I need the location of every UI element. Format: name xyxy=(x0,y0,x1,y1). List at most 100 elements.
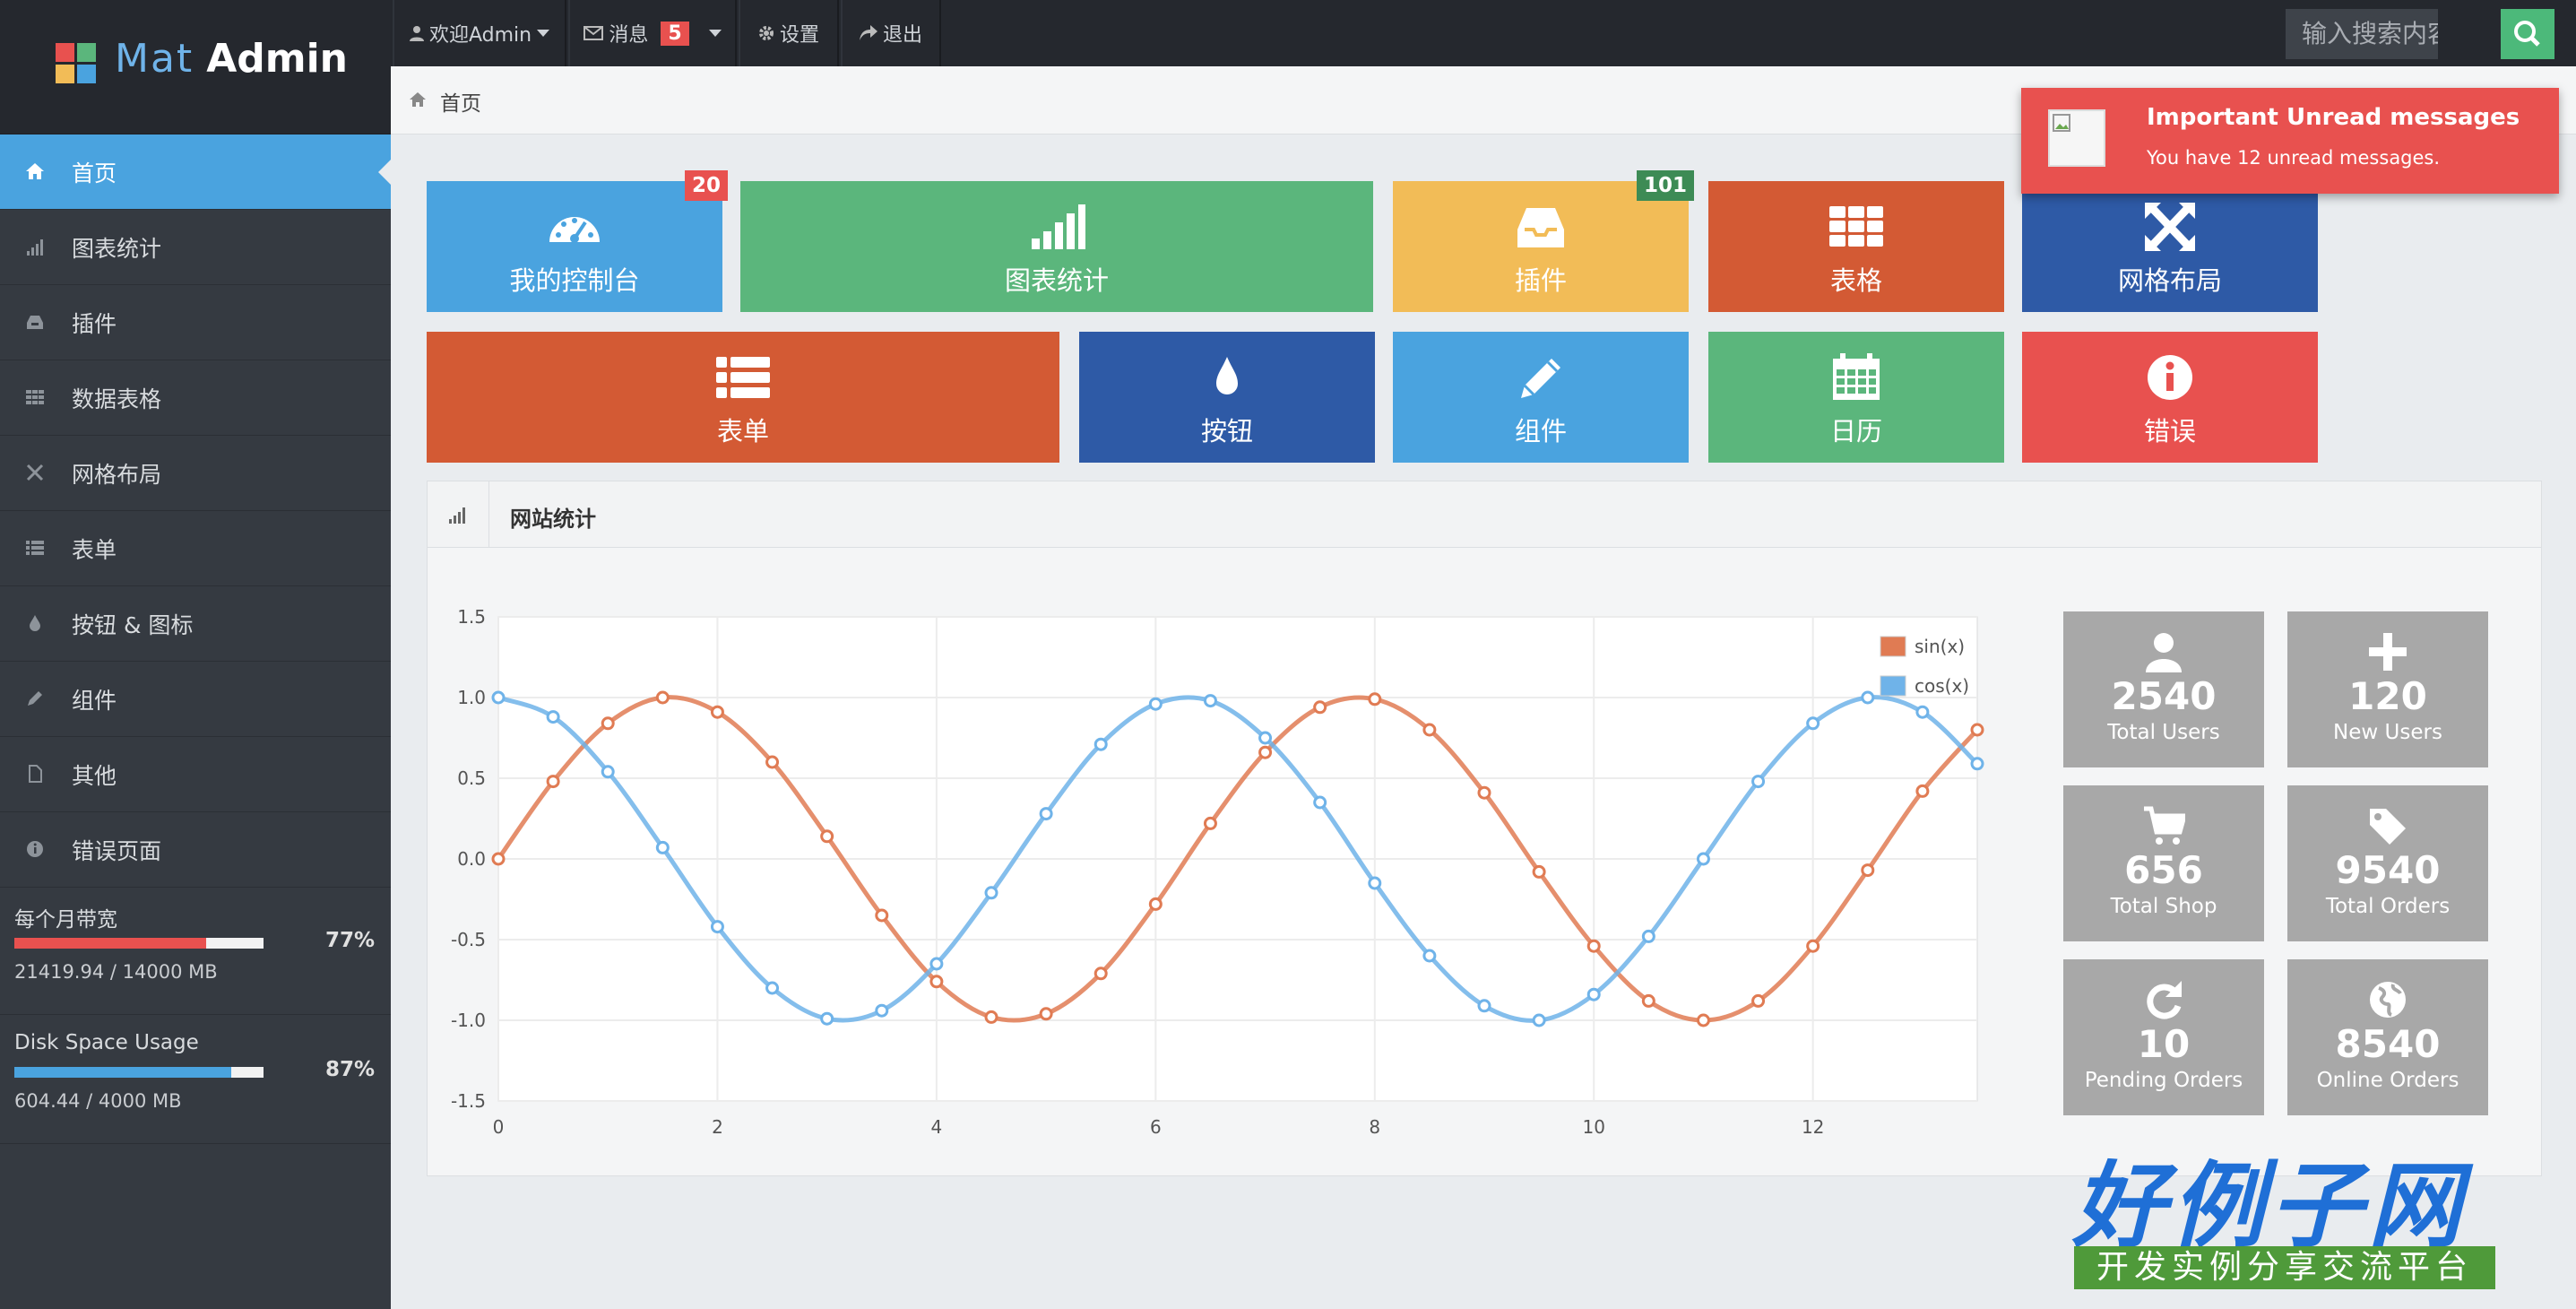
usage-bar-fill xyxy=(14,938,207,949)
usage-detail: 21419.94 / 14000 MB xyxy=(14,961,218,983)
data-point xyxy=(1313,700,1327,715)
data-point xyxy=(820,1011,834,1026)
data-point xyxy=(875,908,889,923)
tile-label: 我的控制台 xyxy=(509,265,640,296)
sin-cos-line-chart: 1.5 1.0 0.5 0.0 -0.5 -1.0 -1.5 0 2 4 6 8 10 12 sin(x) c… xyxy=(451,606,1984,1138)
usage-percent: 87% xyxy=(324,1058,375,1081)
usage-title: 每个月带宽 xyxy=(14,908,117,932)
stat-total-shop: 656 Total Shop xyxy=(2063,785,2264,941)
sidebar-item-label: 错误页面 xyxy=(72,837,162,864)
data-point xyxy=(1039,807,1053,821)
breadcrumb-home-link[interactable]: 首页 xyxy=(440,86,481,117)
data-point xyxy=(1970,723,1984,737)
data-point xyxy=(1039,1007,1053,1021)
data-point xyxy=(1313,795,1327,810)
sidebar-item-buttons[interactable]: 按钮 & 图标 xyxy=(0,586,391,662)
data-point xyxy=(1203,694,1217,708)
sidebar-item-label: 插件 xyxy=(72,310,117,337)
welcome-label: 欢迎Admin xyxy=(428,24,532,47)
messages-menu[interactable]: 消息 5 xyxy=(568,0,737,66)
tile-badge: 20 xyxy=(684,170,728,201)
sidebar-item-widgets[interactable]: 组件 xyxy=(0,662,391,737)
list-icon xyxy=(26,541,44,555)
tile-label: 日历 xyxy=(1829,416,1882,446)
share-icon xyxy=(859,25,877,40)
sidebar-item-plugins[interactable]: 插件 xyxy=(0,285,391,360)
logout-button[interactable]: 退出 xyxy=(841,0,941,66)
data-point xyxy=(601,765,615,779)
messages-count-badge: 5 xyxy=(661,21,689,46)
x-tick-label: 10 xyxy=(1582,1116,1604,1138)
stat-total-orders: 9540 Total Orders xyxy=(2287,785,2488,941)
sidebar-item-grid-layout[interactable]: 网格布局 xyxy=(0,436,391,511)
sidebar-item-label: 组件 xyxy=(72,687,117,714)
sidebar-item-forms[interactable]: 表单 xyxy=(0,511,391,586)
tile-buttons[interactable]: 按钮 xyxy=(1079,332,1375,463)
stat-value: 656 xyxy=(2124,848,2203,892)
x-tick-label: 2 xyxy=(712,1116,723,1138)
sidebar-item-home[interactable]: 首页 xyxy=(0,134,391,210)
tile-forms[interactable]: 表单 xyxy=(427,332,1059,463)
sidebar-item-charts[interactable]: 图表统计 xyxy=(0,210,391,285)
usage-detail: 604.44 / 4000 MB xyxy=(14,1090,182,1112)
tile-grid-layout[interactable]: 网格布局 xyxy=(2022,181,2318,312)
home-icon xyxy=(410,92,426,107)
tile-widgets[interactable]: 组件 xyxy=(1393,332,1689,463)
legend-label: sin(x) xyxy=(1915,636,1965,657)
data-point xyxy=(1422,723,1437,737)
settings-button[interactable]: 设置 xyxy=(739,0,839,66)
tile-charts[interactable]: 图表统计 xyxy=(740,181,1373,312)
list-icon xyxy=(716,357,770,398)
tile-dashboard[interactable]: 我的控制台 20 xyxy=(427,170,728,312)
usage-bar xyxy=(14,938,264,949)
data-point xyxy=(1203,816,1217,830)
envelope-icon xyxy=(583,26,604,40)
stat-label: New Users xyxy=(2333,721,2442,744)
user-icon xyxy=(2146,633,2182,672)
tile-tables[interactable]: 表格 xyxy=(1708,181,2004,312)
data-point xyxy=(1148,897,1163,911)
data-point xyxy=(1806,939,1820,953)
home-icon xyxy=(26,163,44,179)
data-point xyxy=(1806,716,1820,731)
tile-label: 图表统计 xyxy=(1004,265,1109,296)
disk-usage: Disk Space Usage 87% 604.44 / 4000 MB xyxy=(0,1019,391,1144)
x-tick-label: 8 xyxy=(1369,1116,1380,1138)
data-point xyxy=(820,829,834,844)
watermark-subtitle: 开发实例分享交流平台 xyxy=(2074,1246,2495,1289)
x-tick-label: 4 xyxy=(931,1116,943,1138)
active-indicator xyxy=(378,160,391,185)
user-menu[interactable]: 欢迎Admin xyxy=(393,0,566,66)
stat-label: Total Shop xyxy=(2110,895,2217,918)
search-icon xyxy=(2514,21,2540,47)
notification-image xyxy=(2048,109,2105,167)
data-point xyxy=(1970,757,1984,771)
notification-toast[interactable]: Important Unread messages You have 12 un… xyxy=(2021,88,2559,194)
info-icon xyxy=(27,841,43,857)
data-point xyxy=(1148,697,1163,711)
brand-name: Mat Admin xyxy=(115,36,348,82)
gear-icon xyxy=(758,26,774,40)
data-point xyxy=(546,775,560,789)
data-point xyxy=(1368,692,1382,707)
logo[interactable]: Mat Admin xyxy=(0,0,391,134)
sidebar-item-tables[interactable]: 数据表格 xyxy=(0,360,391,436)
calendar-icon xyxy=(1833,353,1880,400)
stat-label: Pending Orders xyxy=(2084,1069,2243,1092)
search-input[interactable]: 输入搜索内容... xyxy=(2286,9,2438,59)
data-point xyxy=(1915,784,1930,798)
tile-calendar[interactable]: 日历 xyxy=(1708,332,2004,463)
sidebar-item-other[interactable]: 其他 xyxy=(0,737,391,812)
chevron-down-icon xyxy=(708,30,722,37)
watermark-logo: 好例子网 开发实例分享交流平台 xyxy=(2062,1130,2510,1291)
tile-error[interactable]: 错误 xyxy=(2022,332,2318,463)
data-point xyxy=(1532,864,1546,879)
watermark-title: 好例子网 xyxy=(2072,1151,2468,1261)
data-point xyxy=(1094,967,1108,981)
tile-plugins[interactable]: 插件 101 xyxy=(1393,170,1694,312)
tile-label: 组件 xyxy=(1514,416,1567,446)
grid-icon xyxy=(1829,206,1883,247)
data-point xyxy=(1368,876,1382,890)
sidebar-item-error-pages[interactable]: 错误页面 xyxy=(0,812,391,888)
search-button[interactable] xyxy=(2501,9,2554,59)
